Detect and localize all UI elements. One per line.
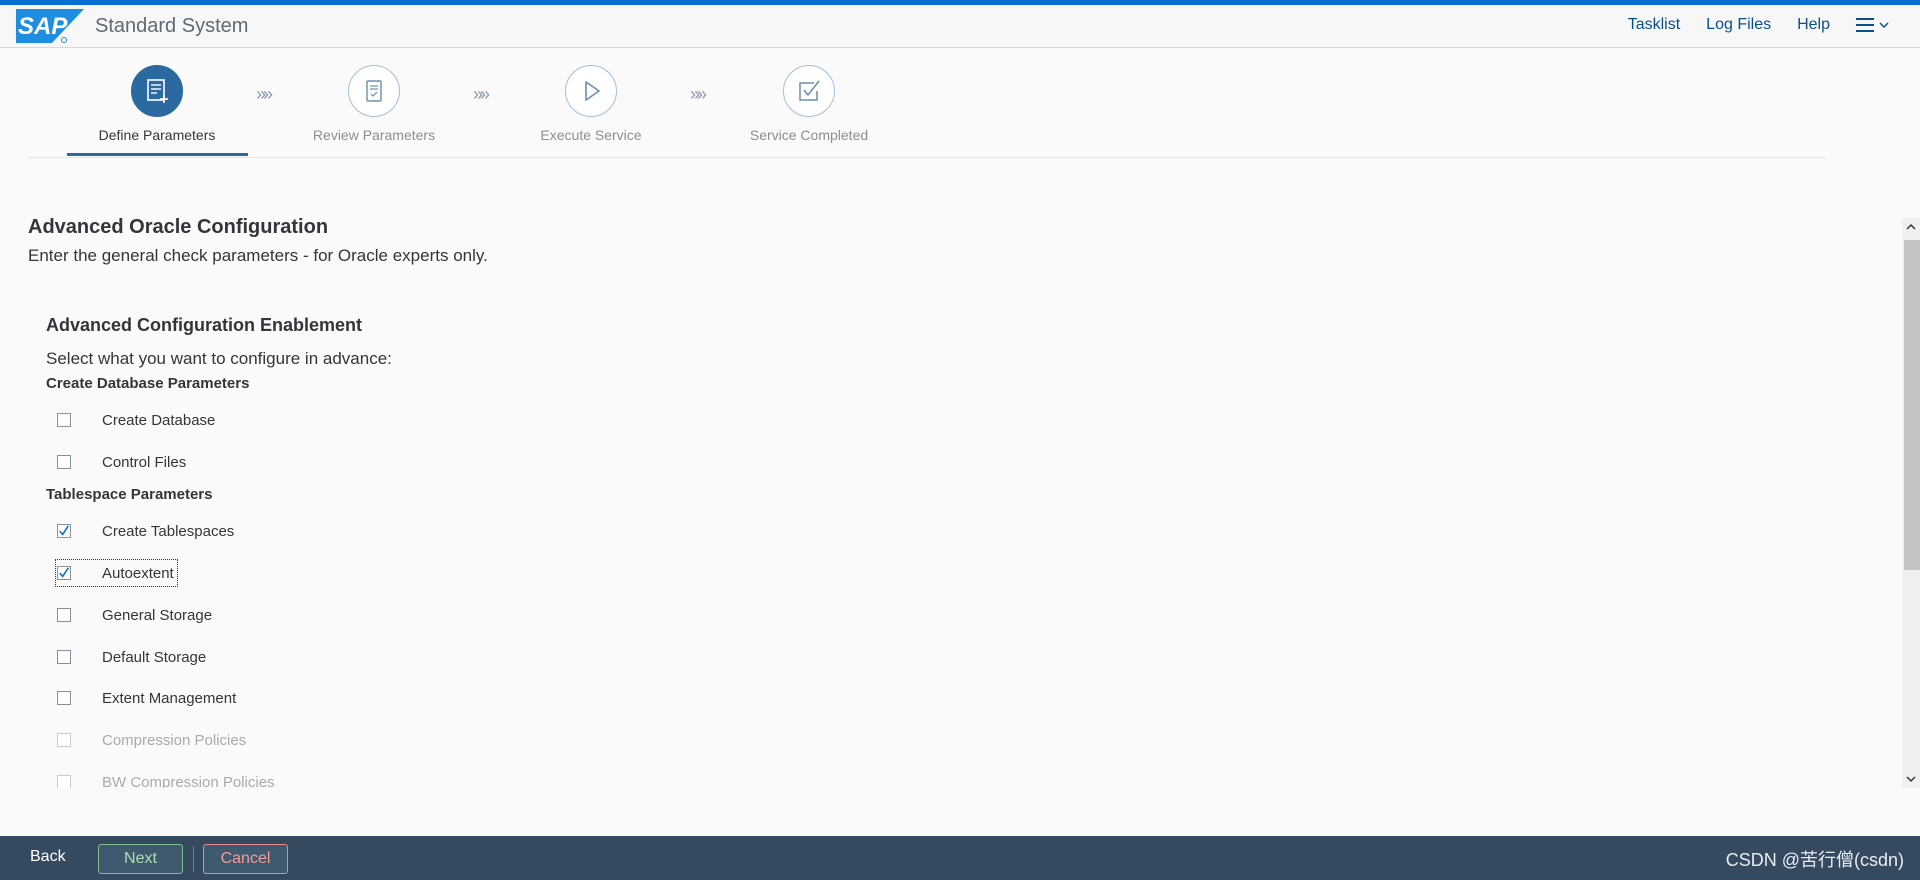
checkbox-box bbox=[57, 733, 71, 747]
checkbox-label: Control Files bbox=[102, 453, 187, 471]
step-separator-icon: »» bbox=[256, 84, 273, 104]
checkbox-general-storage[interactable]: General Storage bbox=[57, 603, 212, 627]
section-title: Advanced Configuration Enablement bbox=[46, 315, 363, 335]
checkbox-label: Default Storage bbox=[102, 648, 207, 666]
main-content: Advanced Oracle Configuration Enter the … bbox=[28, 158, 1858, 788]
next-button[interactable]: Next bbox=[98, 844, 183, 874]
checkbox-create-tablespaces[interactable]: Create Tablespaces bbox=[57, 519, 234, 543]
checkbox-box[interactable] bbox=[57, 691, 71, 705]
wizard-step-label: Review Parameters bbox=[312, 127, 436, 143]
define-parameters-icon bbox=[131, 65, 183, 117]
app-title: Standard System bbox=[95, 15, 249, 37]
scroll-up-icon[interactable] bbox=[1902, 218, 1920, 236]
footer-divider bbox=[193, 846, 194, 872]
checkbox-create-database[interactable]: Create Database bbox=[57, 408, 215, 432]
checkbox-control-files[interactable]: Control Files bbox=[57, 450, 186, 474]
checkbox-label: Autoextent bbox=[102, 564, 174, 582]
checkbox-box[interactable] bbox=[57, 413, 71, 427]
review-parameters-icon bbox=[348, 65, 400, 117]
svg-text:SAP: SAP bbox=[18, 13, 68, 40]
checkmark-icon bbox=[59, 567, 69, 578]
wizard-step-label: Define Parameters bbox=[98, 127, 216, 143]
shell-bar: SAP Standard System Tasklist Log Files H… bbox=[0, 5, 1920, 48]
step-separator-icon: »» bbox=[690, 84, 707, 104]
group-title-tablespace: Tablespace Parameters bbox=[46, 486, 213, 503]
wizard-step-service-completed[interactable]: Service Completed bbox=[709, 65, 909, 143]
checkbox-box[interactable] bbox=[57, 608, 71, 622]
watermark-text: CSDN @苦行僧(csdn) bbox=[1725, 850, 1904, 870]
scroll-down-icon[interactable] bbox=[1902, 770, 1920, 788]
checkbox-box bbox=[57, 775, 71, 788]
checkbox-box[interactable] bbox=[57, 566, 71, 580]
vertical-scrollbar[interactable] bbox=[1902, 218, 1920, 788]
shell-links: Tasklist Log Files Help bbox=[1602, 16, 1890, 34]
checkbox-default-storage[interactable]: Default Storage bbox=[57, 645, 206, 669]
checkbox-compression-policies: Compression Policies bbox=[57, 728, 246, 752]
cancel-button[interactable]: Cancel bbox=[203, 844, 288, 874]
checkbox-label: General Storage bbox=[102, 606, 213, 624]
wizard-step-execute-service[interactable]: Execute Service bbox=[491, 65, 691, 143]
page-title: Advanced Oracle Configuration bbox=[28, 216, 329, 238]
active-step-indicator bbox=[67, 153, 248, 156]
help-link[interactable]: Help bbox=[1797, 16, 1830, 34]
hamburger-menu-icon[interactable] bbox=[1856, 16, 1890, 34]
checkbox-box[interactable] bbox=[57, 455, 71, 469]
footer-toolbar: Back Next Cancel CSDN @苦行僧(csdn) bbox=[0, 836, 1920, 880]
checkbox-label: Create Database bbox=[102, 411, 216, 429]
checkbox-box[interactable] bbox=[57, 650, 71, 664]
checkbox-bw-compression-policies: BW Compression Policies bbox=[57, 770, 275, 788]
tasklist-link[interactable]: Tasklist bbox=[1628, 16, 1680, 34]
execute-service-icon bbox=[565, 65, 617, 117]
checkbox-label: Create Tablespaces bbox=[102, 522, 235, 540]
section-subtitle: Select what you want to configure in adv… bbox=[46, 349, 392, 368]
checkbox-label: Extent Management bbox=[102, 689, 237, 707]
log-files-link[interactable]: Log Files bbox=[1706, 16, 1771, 34]
back-button[interactable]: Back bbox=[30, 848, 66, 866]
checkmark-icon bbox=[59, 525, 69, 536]
scrollbar-thumb[interactable] bbox=[1904, 240, 1920, 570]
checkbox-label: BW Compression Policies bbox=[102, 773, 275, 789]
wizard-step-label: Execute Service bbox=[540, 127, 642, 143]
wizard-step-review-parameters[interactable]: Review Parameters bbox=[274, 65, 474, 143]
group-title-create-database: Create Database Parameters bbox=[46, 375, 250, 392]
checkbox-label: Compression Policies bbox=[102, 731, 247, 749]
checkbox-extent-management[interactable]: Extent Management bbox=[57, 686, 236, 710]
step-separator-icon: »» bbox=[473, 84, 490, 104]
sap-logo[interactable]: SAP bbox=[16, 9, 86, 43]
checkbox-box[interactable] bbox=[57, 524, 71, 538]
checkbox-autoextent[interactable]: Autoextent bbox=[55, 559, 178, 587]
service-completed-icon bbox=[783, 65, 835, 117]
wizard-step-define-parameters[interactable]: Define Parameters bbox=[57, 65, 257, 143]
wizard-step-label: Service Completed bbox=[749, 127, 869, 143]
page-subtitle: Enter the general check parameters - for… bbox=[28, 246, 488, 265]
wizard-progress: Define Parameters »» Review Parameters »… bbox=[28, 47, 1826, 158]
